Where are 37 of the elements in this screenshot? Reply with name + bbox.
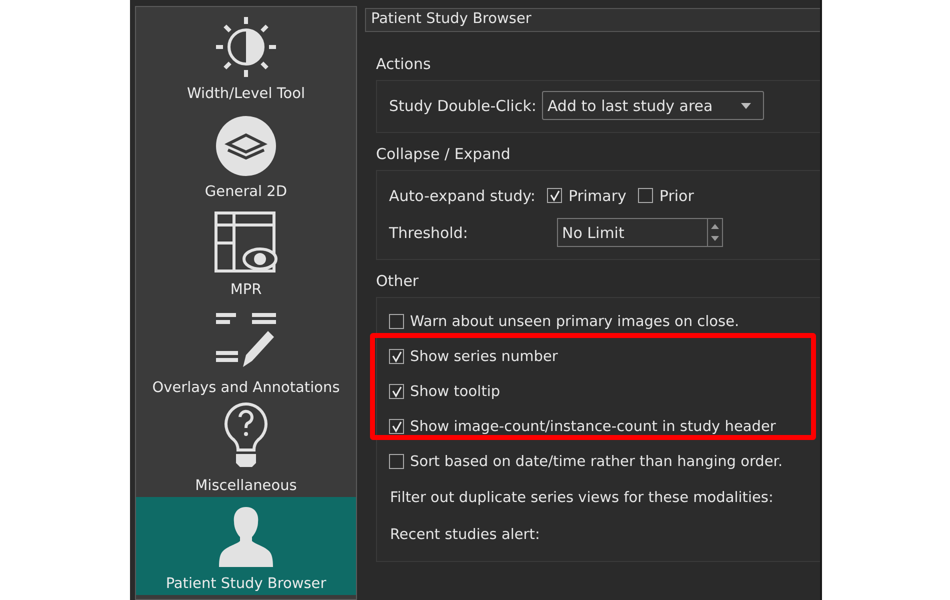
sidebar-item[interactable]: Overlays and Annotations <box>136 301 356 399</box>
section-title: Collapse / Expand <box>376 144 512 164</box>
caret-icon <box>741 102 752 108</box>
field-label: Threshold: <box>389 224 469 242</box>
checkbox[interactable] <box>389 419 404 434</box>
section-title: Actions <box>376 54 432 74</box>
checkbox-label: Primary <box>568 186 626 204</box>
checkbox[interactable] <box>389 454 404 469</box>
sidebar-item[interactable]: MPR <box>136 203 356 301</box>
dropdown[interactable]: Add to last study area <box>542 91 764 120</box>
panel-title: Patient Study Browser <box>365 8 820 32</box>
sidebar-item[interactable]: General 2D <box>136 105 356 203</box>
checkbox[interactable] <box>389 314 404 329</box>
sidebar-item[interactable]: Patient Study Browser <box>136 497 356 595</box>
section-title: Other <box>376 271 420 291</box>
checkbox[interactable] <box>638 188 654 203</box>
checkbox-label: Show tooltip <box>410 384 500 400</box>
spin-arrows-icon[interactable] <box>707 219 722 246</box>
checkbox-label: Show image-count/instance-count in study header <box>410 418 776 434</box>
sidebar-item[interactable]: Miscellaneous <box>136 399 356 497</box>
checkbox[interactable] <box>547 188 562 203</box>
grid-eye-icon <box>214 211 278 275</box>
checkbox[interactable] <box>389 349 404 364</box>
checkbox-label: Warn about unseen primary images on close. <box>410 314 740 330</box>
checkbox-label: Prior <box>659 186 694 204</box>
checkbox-label: Show series number <box>410 348 558 364</box>
checkbox-label: Sort based on date/time rather than hanging order. <box>410 454 783 470</box>
sun-icon <box>214 15 278 79</box>
setting-label: Filter out duplicate series views for these modalities: <box>390 490 774 506</box>
checkbox[interactable] <box>389 384 404 399</box>
sidebar-item[interactable]: Width/Level Tool <box>136 7 356 105</box>
field-label: Auto-expand study: <box>389 186 536 204</box>
setting-label: Recent studies alert: <box>390 526 540 542</box>
field-label: Study Double-Click: <box>389 96 536 114</box>
spin-box[interactable]: No Limit <box>557 218 723 247</box>
layers-icon <box>215 115 277 177</box>
person-icon <box>218 505 274 569</box>
